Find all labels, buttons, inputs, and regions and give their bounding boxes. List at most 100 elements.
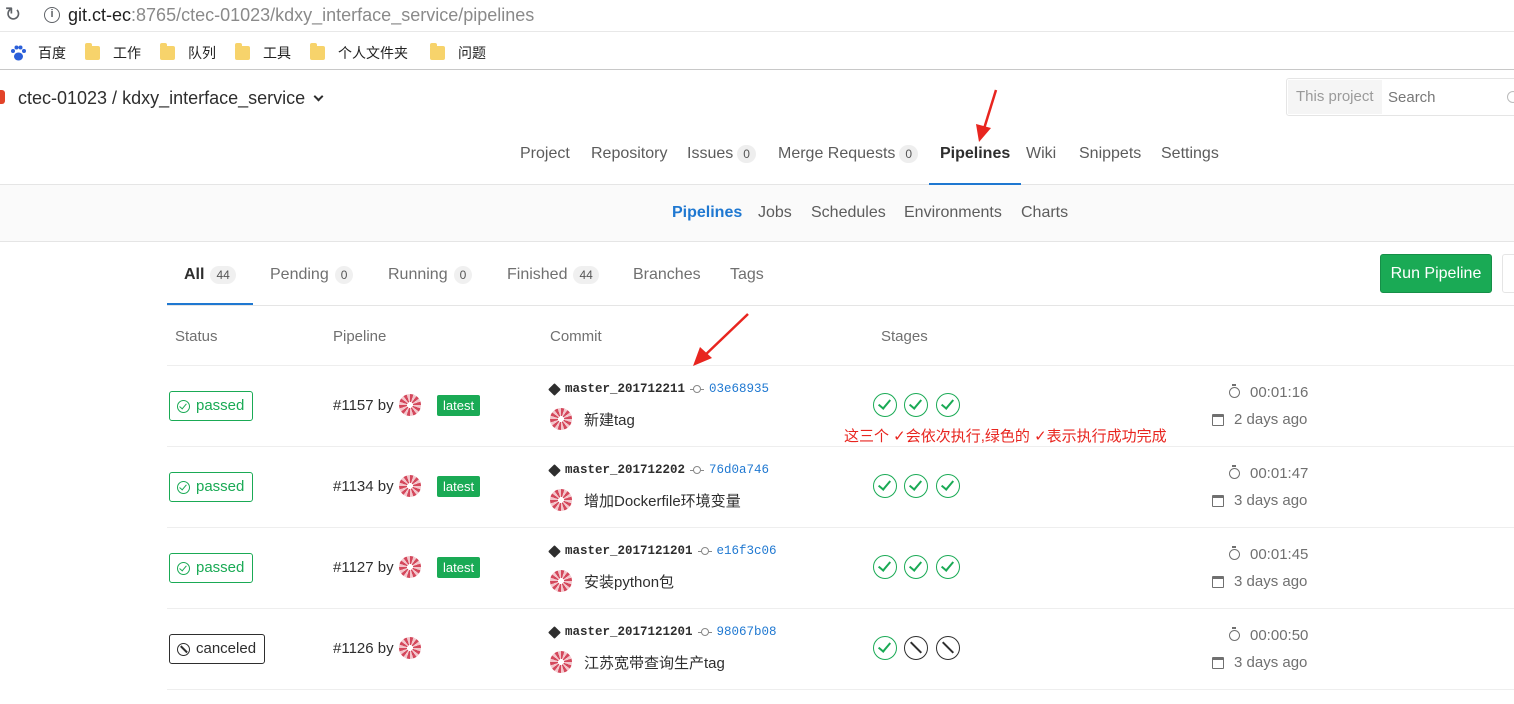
stage-success-icon[interactable] — [873, 636, 897, 660]
status-badge[interactable]: passed — [169, 391, 254, 421]
avatar[interactable] — [550, 408, 572, 430]
ref-name[interactable]: master_2017121201 — [565, 625, 693, 639]
stage-success-icon[interactable] — [873, 555, 897, 579]
subnav-jobs[interactable]: Jobs — [758, 204, 792, 222]
avatar[interactable] — [550, 489, 572, 511]
tab-running[interactable]: Running 0 — [388, 266, 473, 306]
commit-message[interactable]: 新建tag — [584, 409, 635, 430]
search-icon[interactable] — [1507, 91, 1514, 103]
bookmark-folder[interactable]: 工具 — [235, 43, 291, 63]
nav-issues[interactable]: Issues 0 — [687, 128, 756, 185]
ref-name[interactable]: master_201712202 — [565, 463, 685, 477]
stage-success-icon[interactable] — [904, 555, 928, 579]
search-box: This project — [1286, 78, 1514, 116]
calendar-icon — [1212, 494, 1224, 507]
search-scope-label: This project — [1288, 80, 1382, 114]
bookmark-folder[interactable]: 个人文件夹 — [310, 43, 408, 63]
stage-success-icon[interactable] — [936, 393, 960, 417]
bookmark-folder[interactable]: 队列 — [160, 43, 216, 63]
nav-repository[interactable]: Repository — [591, 128, 667, 185]
bookmarks-bar: 百度 工作 队列 工具 个人文件夹 问题 — [0, 33, 1514, 70]
url-host: git.ct-ec — [68, 5, 132, 25]
commit-ref[interactable]: master_201712202 76d0a746 — [548, 463, 769, 477]
ref-name[interactable]: master_2017121201 — [565, 544, 693, 558]
nav-wiki[interactable]: Wiki — [1026, 128, 1056, 185]
nav-project[interactable]: Project — [520, 128, 570, 185]
tab-pending[interactable]: Pending 0 — [270, 266, 354, 306]
row-divider — [167, 527, 1514, 528]
project-title[interactable]: ctec-01023 / kdxy_interface_service — [18, 88, 324, 109]
stage-canceled-icon[interactable] — [936, 636, 960, 660]
url-field[interactable]: git.ct-ec:8765/ctec-01023/kdxy_interface… — [68, 5, 534, 25]
avatar[interactable] — [550, 570, 572, 592]
commit-sha[interactable]: 03e68935 — [709, 382, 769, 396]
commit-message[interactable]: 安装python包 — [584, 571, 674, 592]
commit-ref[interactable]: master_2017121201 98067b08 — [548, 625, 777, 639]
commit-sha[interactable]: e16f3c06 — [717, 544, 777, 558]
bookmark-folder[interactable]: 工作 — [85, 43, 141, 63]
folder-icon — [160, 43, 175, 60]
commit-icon — [690, 385, 705, 393]
stage-success-icon[interactable] — [904, 474, 928, 498]
avatar[interactable] — [398, 394, 421, 416]
pipeline-link[interactable]: #1126 by — [333, 637, 421, 659]
stage-success-icon[interactable] — [936, 474, 960, 498]
pipeline-id: #1126 by — [333, 639, 394, 657]
tab-count-badge: 0 — [453, 266, 473, 284]
subnav-pipelines[interactable]: Pipelines — [672, 204, 742, 222]
pipeline-link[interactable]: #1134 by — [333, 475, 421, 497]
stage-success-icon[interactable] — [936, 555, 960, 579]
tab-count-badge: 44 — [573, 266, 599, 284]
subnav-charts[interactable]: Charts — [1021, 204, 1068, 222]
avatar[interactable] — [398, 556, 421, 578]
stage-success-icon[interactable] — [873, 474, 897, 498]
tab-branches[interactable]: Branches — [633, 266, 701, 306]
stage-success-icon[interactable] — [873, 393, 897, 417]
bookmark-baidu[interactable]: 百度 — [9, 43, 66, 63]
finished-at: 2 days ago — [1212, 411, 1307, 428]
pipeline-link[interactable]: #1127 by — [333, 556, 421, 578]
run-pipeline-button[interactable]: Run Pipeline — [1380, 254, 1492, 293]
stage-canceled-icon[interactable] — [904, 636, 928, 660]
status-badge[interactable]: passed — [169, 472, 254, 502]
cancel-circle-icon — [177, 642, 190, 656]
ref-name[interactable]: master_201712211 — [565, 382, 685, 396]
tab-label: Tags — [730, 266, 764, 283]
nav-settings[interactable]: Settings — [1161, 128, 1219, 185]
commit-message[interactable]: 增加Dockerfile环境变量 — [584, 490, 741, 511]
stage-success-icon[interactable] — [904, 393, 928, 417]
search-input[interactable] — [1388, 80, 1508, 114]
nav-pipelines[interactable]: Pipelines — [929, 128, 1022, 185]
finished-value: 3 days ago — [1234, 654, 1308, 671]
finished-value: 2 days ago — [1234, 411, 1308, 428]
gitlab-logo-icon[interactable] — [0, 90, 5, 104]
reload-icon[interactable]: ↻ — [2, 4, 24, 26]
latest-badge: latest — [437, 476, 481, 497]
tab-finished[interactable]: Finished 44 — [507, 266, 599, 306]
timer-icon — [1229, 546, 1240, 560]
finished-at: 3 days ago — [1212, 573, 1307, 590]
row-divider — [167, 365, 1514, 366]
commit-sha[interactable]: 76d0a746 — [709, 463, 769, 477]
commit-sha[interactable]: 98067b08 — [717, 625, 777, 639]
bookmark-folder[interactable]: 问题 — [430, 43, 486, 63]
subnav-environments[interactable]: Environments — [904, 204, 1002, 222]
status-badge[interactable]: canceled — [169, 634, 266, 664]
commit-ref[interactable]: master_2017121201 e16f3c06 — [548, 544, 777, 558]
arrow-to-commit — [693, 313, 749, 366]
commit-message[interactable]: 江苏宽带查询生产tag — [584, 652, 725, 673]
tab-tags[interactable]: Tags — [730, 266, 764, 306]
pipeline-link[interactable]: #1157 by — [333, 394, 421, 416]
ci-lint-button[interactable] — [1502, 254, 1514, 293]
status-badge[interactable]: passed — [169, 553, 254, 583]
avatar[interactable] — [550, 651, 572, 673]
subnav-schedules[interactable]: Schedules — [811, 204, 886, 222]
nav-snippets[interactable]: Snippets — [1079, 128, 1141, 185]
avatar[interactable] — [398, 475, 421, 497]
commit-ref[interactable]: master_201712211 03e68935 — [548, 382, 769, 396]
nav-merge-requests[interactable]: Merge Requests 0 — [778, 128, 919, 185]
nav-label: Issues — [687, 145, 734, 162]
avatar[interactable] — [398, 637, 421, 659]
tab-all[interactable]: All 44 — [167, 266, 253, 305]
info-icon[interactable]: i — [44, 7, 60, 23]
